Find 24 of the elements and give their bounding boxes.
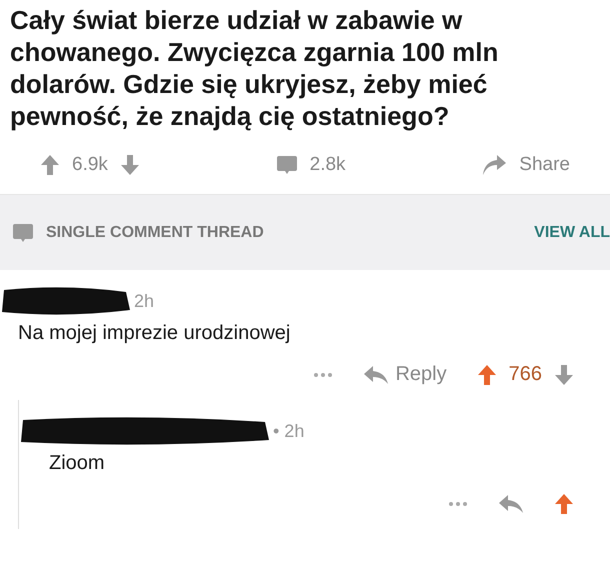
- upvote-icon[interactable]: [554, 493, 574, 515]
- more-icon[interactable]: [448, 501, 468, 507]
- comment-count: 2.8k: [310, 154, 346, 176]
- downvote-icon[interactable]: [120, 154, 140, 176]
- comment-time: • 2h: [273, 420, 304, 442]
- more-icon[interactable]: [313, 372, 334, 378]
- thread-label: SINGLE COMMENT THREAD: [46, 224, 264, 242]
- share-label[interactable]: Share: [519, 154, 570, 176]
- reply-button[interactable]: Reply: [363, 363, 447, 386]
- comment-time: 2h: [134, 290, 154, 312]
- comment-text: Na mojej imprezie urodzinowej: [17, 321, 292, 346]
- downvote-icon[interactable]: [554, 364, 574, 386]
- comment-text: Zioom: [48, 451, 106, 476]
- reply-icon: [498, 494, 524, 514]
- upvote-count: 6.9k: [72, 154, 108, 176]
- upvote-icon[interactable]: [476, 364, 497, 386]
- view-all-link[interactable]: VIEW ALL: [534, 224, 610, 242]
- comment-icon: [276, 154, 298, 176]
- post-title: Cały świat bierze udział w zabawie w chowanego. Zwycięzca zgarnia 100 mln dolarów. Gdzie się ukryjesz, żeby mieć pewność, że znajdą cię ostatniego?: [9, 4, 500, 132]
- comment-icon: [12, 222, 34, 244]
- upvote-icon[interactable]: [40, 154, 60, 176]
- reply-icon: [363, 364, 390, 384]
- vote-score: 766: [508, 363, 542, 386]
- share-icon[interactable]: [481, 154, 508, 176]
